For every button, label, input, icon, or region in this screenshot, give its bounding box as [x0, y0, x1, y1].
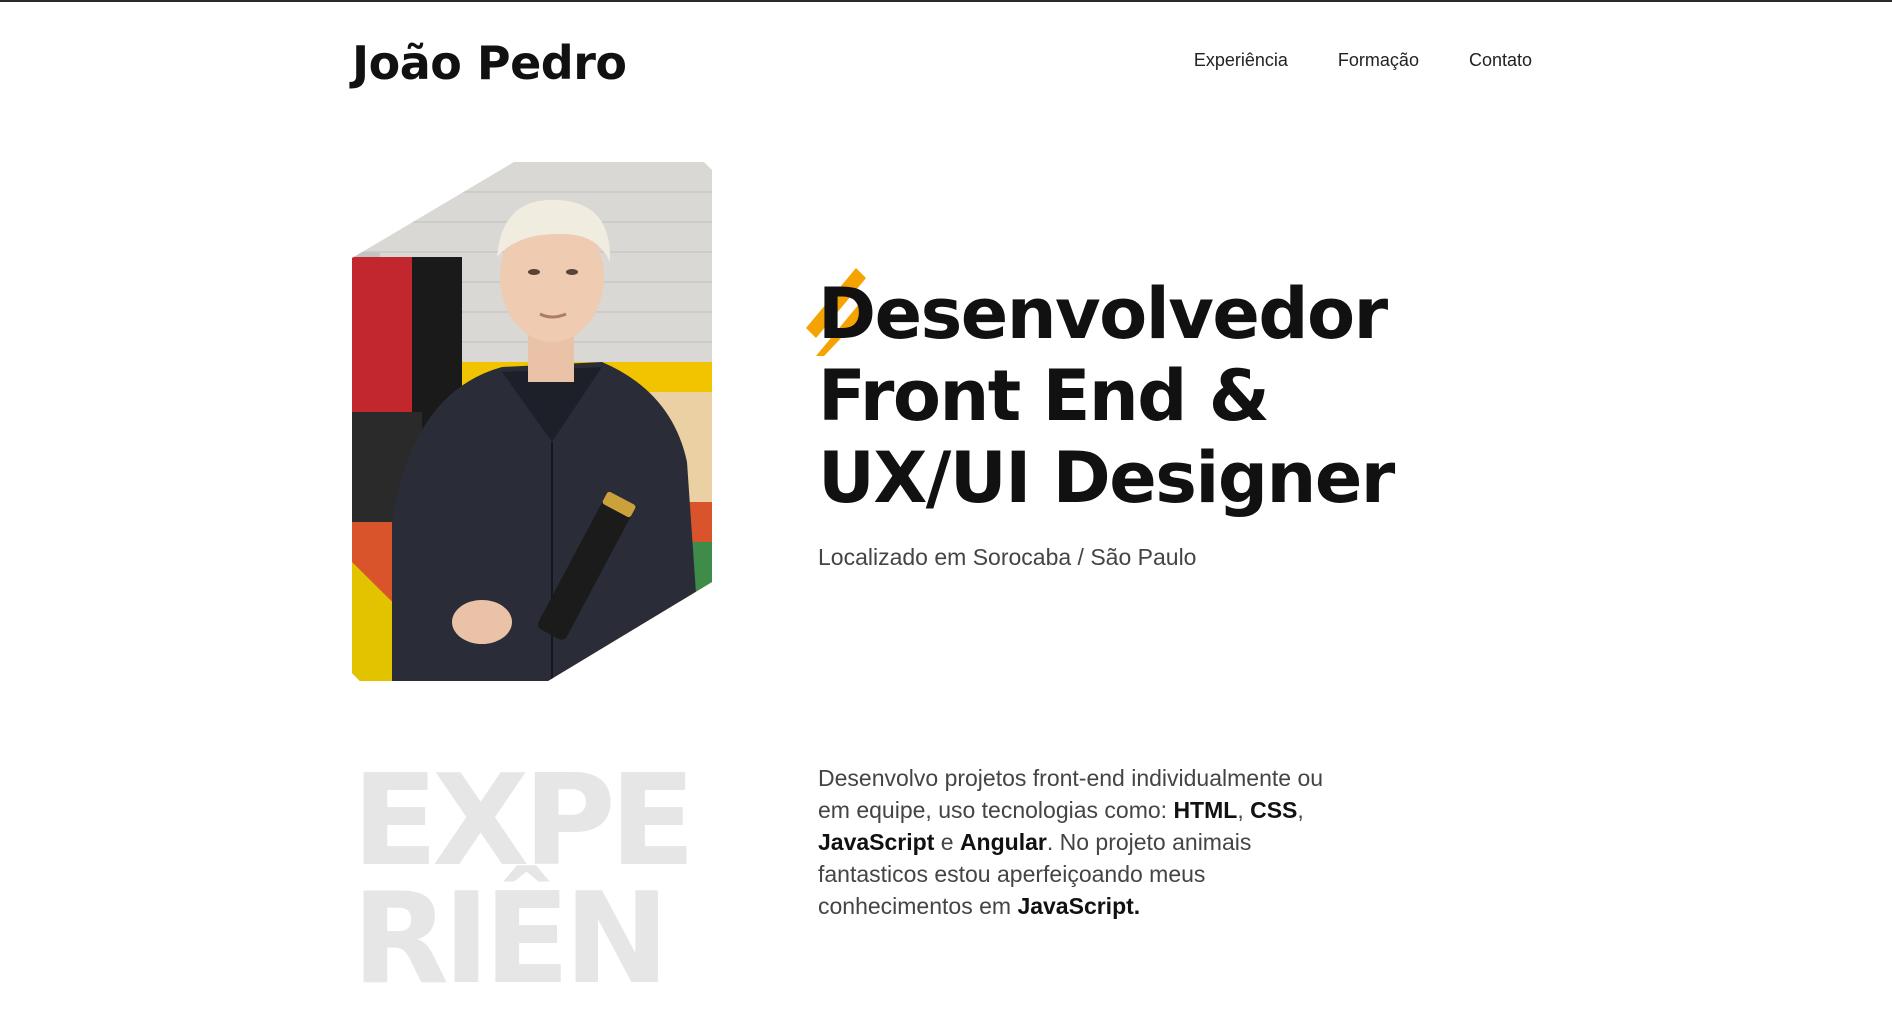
nav-link-experiencia[interactable]: Experiência	[1194, 50, 1288, 71]
profile-photo-illustration	[352, 162, 712, 681]
description-text: ,	[1237, 797, 1251, 823]
description-text: ,	[1297, 797, 1304, 823]
section-background-word: EXPE RIÊN	[352, 747, 696, 1012]
profile-photo	[352, 162, 712, 681]
background-word-line: EXPE	[352, 747, 696, 894]
nav-link-contato[interactable]: Contato	[1469, 50, 1532, 71]
tech-html: HTML	[1173, 797, 1238, 823]
hero-title-line: Front End &	[818, 355, 1270, 437]
main-nav: Experiência Formação Contato	[1194, 50, 1532, 71]
description-text: e	[934, 829, 960, 855]
hero-title-line: UX/UI Designer	[818, 437, 1395, 519]
background-word-line: RIÊN	[352, 865, 669, 1012]
hero-title: Desenvolvedor Front End & UX/UI Designer	[818, 273, 1395, 519]
experience-description: Desenvolvo projetos front-end individual…	[818, 762, 1358, 922]
site-logo[interactable]: João Pedro	[352, 36, 627, 90]
nav-link-formacao[interactable]: Formação	[1338, 50, 1419, 71]
site-header: João Pedro Experiência Formação Contato	[352, 30, 1532, 90]
tech-angular: Angular	[959, 829, 1047, 855]
location-text: Localizado em Sorocaba / São Paulo	[818, 544, 1197, 570]
top-border	[0, 0, 1892, 2]
tech-javascript-2: JavaScript.	[1017, 893, 1141, 919]
tech-javascript: JavaScript	[818, 829, 935, 855]
hero-title-line: Desenvolvedor	[818, 273, 1388, 355]
tech-css: CSS	[1250, 797, 1298, 823]
